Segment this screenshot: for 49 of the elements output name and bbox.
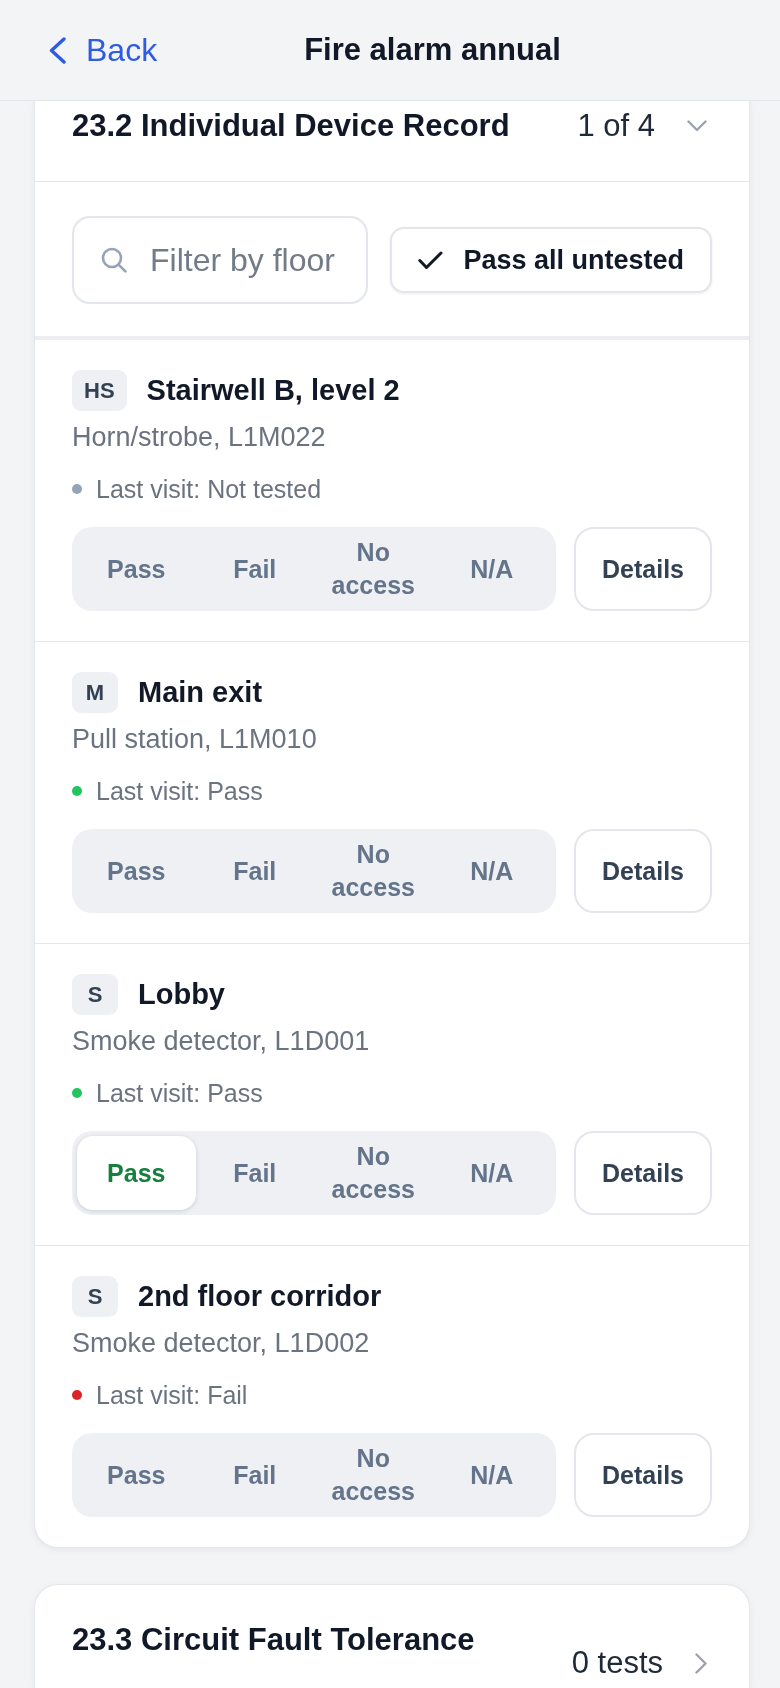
- details-button[interactable]: Details: [574, 1433, 712, 1517]
- chevron-left-icon: [49, 36, 66, 64]
- device-name: Stairwell B, level 2: [146, 373, 400, 408]
- details-button[interactable]: Details: [574, 1131, 712, 1215]
- last-visit-status: Last visit: Not tested: [96, 474, 322, 505]
- device-badge: S: [72, 974, 118, 1015]
- result-option[interactable]: Fail: [195, 834, 314, 908]
- result-option[interactable]: N/A: [432, 1438, 551, 1512]
- details-button[interactable]: Details: [574, 829, 712, 913]
- device-badge: M: [72, 672, 118, 713]
- result-option[interactable]: N/A: [432, 532, 551, 606]
- result-option[interactable]: No access: [314, 1438, 433, 1512]
- result-option[interactable]: Pass: [77, 1136, 196, 1210]
- device-name: Main exit: [138, 675, 263, 710]
- section-title: 23.3 Circuit Fault Tolerance: [72, 1621, 475, 1659]
- result-option[interactable]: Fail: [195, 532, 314, 606]
- result-option[interactable]: N/A: [432, 1136, 551, 1210]
- result-option[interactable]: Pass: [77, 1438, 196, 1512]
- device-name: 2nd floor corridor: [138, 1279, 382, 1314]
- back-button[interactable]: Back: [49, 30, 158, 70]
- device-name: Lobby: [138, 977, 225, 1012]
- result-option[interactable]: No access: [314, 834, 433, 908]
- last-visit-status: Last visit: Pass: [96, 1078, 263, 1109]
- result-option[interactable]: No access: [314, 532, 433, 606]
- device-badge: S: [72, 1276, 118, 1317]
- device-description: Horn/strobe, L1M022: [72, 421, 326, 454]
- pass-all-button[interactable]: Pass all untested: [390, 227, 712, 293]
- section-count: 0 tests: [571, 1644, 663, 1682]
- check-icon: [418, 250, 444, 270]
- result-option[interactable]: N/A: [432, 834, 551, 908]
- result-option[interactable]: No access: [314, 1136, 433, 1210]
- device-description: Smoke detector, L1D002: [72, 1327, 370, 1360]
- last-visit-status: Last visit: Pass: [96, 776, 263, 807]
- screen-title: Fire alarm annual: [304, 31, 561, 69]
- result-option[interactable]: Fail: [195, 1438, 314, 1512]
- chevron-down-icon[interactable]: [687, 120, 707, 132]
- last-visit-status: Last visit: Fail: [96, 1380, 248, 1411]
- result-option[interactable]: Pass: [77, 532, 196, 606]
- result-option[interactable]: Fail: [195, 1136, 314, 1210]
- result-option[interactable]: Pass: [77, 834, 196, 908]
- details-button[interactable]: Details: [574, 527, 712, 611]
- section-title: 23.2 Individual Device Record: [72, 107, 510, 145]
- search-icon: [101, 247, 127, 273]
- device-badge: HS: [72, 370, 127, 411]
- chevron-right-icon[interactable]: [695, 1652, 707, 1674]
- section-count: 1 of 4: [577, 107, 655, 145]
- device-description: Pull station, L1M010: [72, 723, 317, 756]
- device-description: Smoke detector, L1D001: [72, 1025, 370, 1058]
- filter-field[interactable]: Filter by floor: [72, 216, 369, 304]
